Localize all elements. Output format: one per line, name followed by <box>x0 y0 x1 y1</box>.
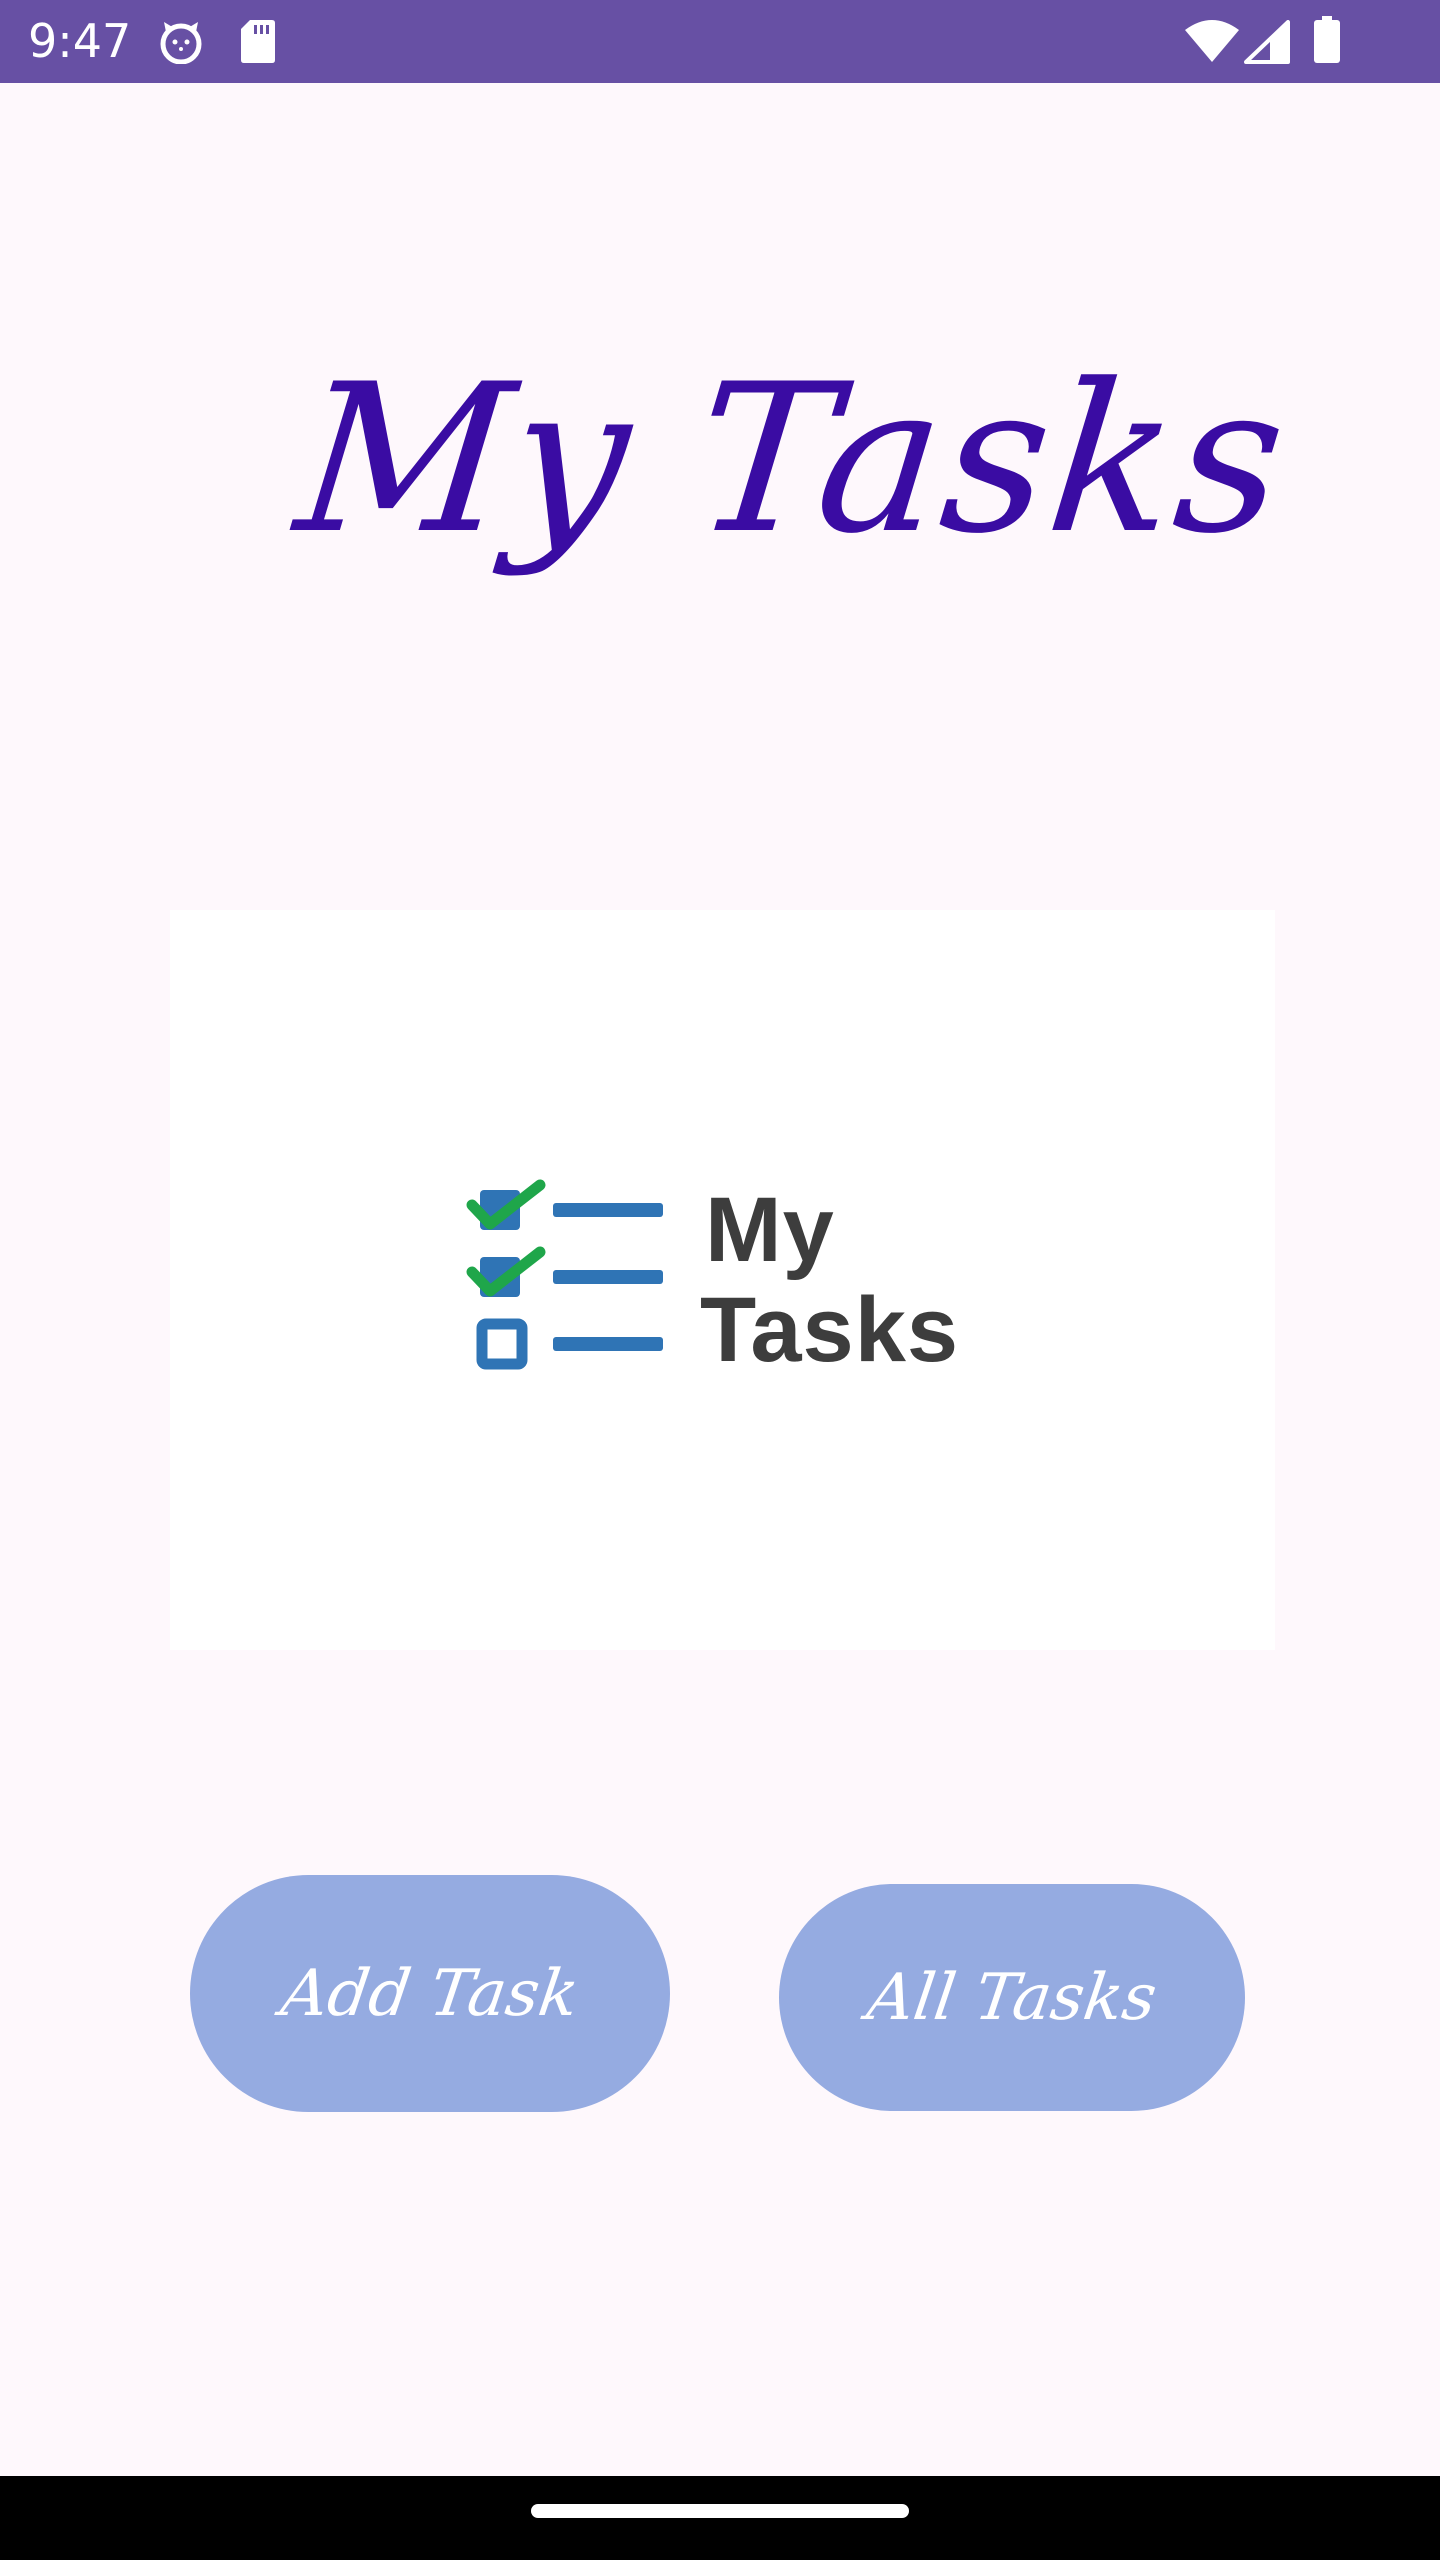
app-logo: My Tasks <box>170 910 1275 1650</box>
cell-signal-icon <box>1244 20 1290 68</box>
logo-word-my: My <box>705 1179 835 1281</box>
navigation-bar <box>0 2476 1440 2560</box>
all-tasks-button-label: All Tasks <box>862 1960 1162 2035</box>
wifi-icon <box>1184 18 1240 68</box>
add-task-button[interactable]: Add Task <box>190 1875 670 2112</box>
add-task-button-label: Add Task <box>276 1956 584 2031</box>
logo-word-tasks: Tasks <box>700 1279 960 1381</box>
sd-card-icon <box>240 18 276 68</box>
status-time: 9:47 <box>28 14 132 68</box>
page-title: My Tasks <box>287 341 1298 579</box>
cat-face-icon <box>158 20 204 68</box>
battery-icon <box>1313 16 1341 68</box>
status-bar: 9:47 <box>0 0 1440 83</box>
all-tasks-button[interactable]: All Tasks <box>779 1884 1245 2111</box>
home-handle[interactable] <box>531 2504 909 2518</box>
